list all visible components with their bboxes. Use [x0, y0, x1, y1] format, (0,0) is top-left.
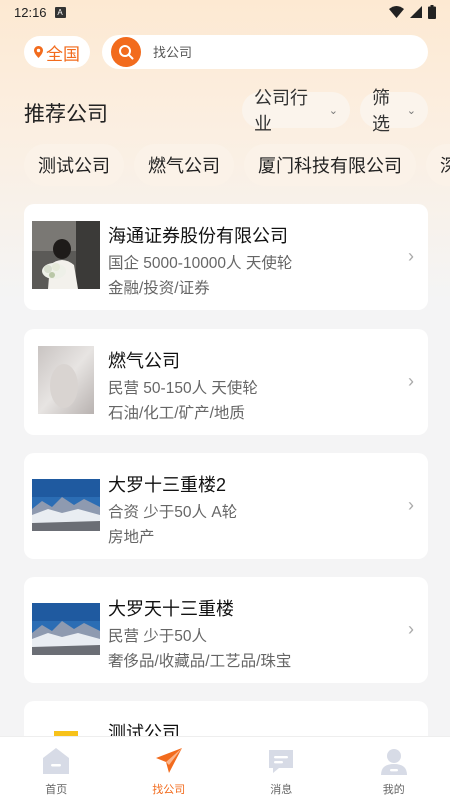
- company-name: 大罗十三重楼2: [108, 475, 227, 495]
- company-card[interactable]: 大罗天十三重楼 民营 少于50人 奢侈品/收藏品/工艺品/珠宝 ›: [24, 577, 428, 683]
- nav-profile[interactable]: 我的: [338, 737, 450, 800]
- chevron-right-icon: ›: [408, 246, 414, 266]
- location-selector[interactable]: 全国: [24, 36, 90, 68]
- bottom-nav: 首页 找公司 消息 我的: [0, 736, 450, 800]
- chevron-right-icon: ›: [408, 495, 414, 515]
- nav-home[interactable]: 首页: [0, 737, 113, 800]
- search-button[interactable]: [111, 37, 141, 67]
- company-industry: 金融/投资/证券: [108, 280, 210, 297]
- search-bar[interactable]: [102, 35, 428, 69]
- message-icon: [269, 750, 294, 773]
- nav-label: 找公司: [152, 784, 186, 796]
- company-meta: 合资 少于50人 A轮: [108, 504, 238, 521]
- chevron-right-icon: ›: [408, 619, 414, 639]
- notification-icon: A: [54, 6, 66, 18]
- industry-filter-label: 公司行业: [254, 88, 308, 134]
- tag-chip[interactable]: 厦门科技有限公司: [244, 144, 416, 186]
- profile-icon: [380, 749, 407, 775]
- location-pin-icon: [34, 46, 43, 58]
- page-title: 推荐公司: [24, 103, 108, 126]
- status-indicators: [389, 5, 436, 19]
- status-bar: 12:16 A: [0, 0, 450, 24]
- send-icon: [155, 748, 182, 773]
- company-meta: 国企 5000-10000人 天使轮: [108, 255, 293, 272]
- chevron-right-icon: ›: [408, 371, 414, 391]
- company-logo: [32, 603, 100, 655]
- company-name: 海通证券股份有限公司: [108, 226, 288, 246]
- tag-chip[interactable]: 深: [426, 144, 450, 186]
- location-label: 全国: [46, 44, 80, 64]
- company-name: 大罗天十三重楼: [108, 599, 234, 619]
- signal-icon: [410, 6, 422, 18]
- industry-filter-button[interactable]: 公司行业 ⌄: [242, 88, 350, 134]
- status-time: 12:16: [14, 4, 47, 20]
- wifi-icon: [389, 6, 404, 18]
- tag-chip[interactable]: 测试公司: [24, 144, 124, 186]
- company-name: 燃气公司: [108, 351, 180, 371]
- chevron-down-icon: ⌄: [328, 104, 338, 117]
- search-icon: [119, 45, 134, 60]
- nav-messages[interactable]: 消息: [225, 737, 338, 800]
- company-logo: [32, 479, 100, 531]
- search-input[interactable]: [153, 44, 403, 60]
- chevron-down-icon: ⌄: [406, 104, 416, 117]
- home-icon: [43, 748, 70, 774]
- company-card[interactable]: 大罗十三重楼2 合资 少于50人 A轮 房地产 ›: [24, 453, 428, 559]
- company-industry: 奢侈品/收藏品/工艺品/珠宝: [108, 653, 292, 670]
- company-card[interactable]: 燃气公司 民营 50-150人 天使轮 石油/化工/矿产/地质 ›: [24, 329, 428, 435]
- company-industry: 石油/化工/矿产/地质: [108, 405, 245, 422]
- company-card[interactable]: 海通证券股份有限公司 国企 5000-10000人 天使轮 金融/投资/证券 ›: [24, 204, 428, 310]
- company-meta: 民营 50-150人 天使轮: [108, 380, 258, 397]
- nav-find-company[interactable]: 找公司: [113, 737, 226, 800]
- company-meta: 民营 少于50人: [108, 628, 208, 645]
- tag-chip[interactable]: 燃气公司: [134, 144, 234, 186]
- filter-label: 筛选: [372, 88, 390, 134]
- battery-icon: [428, 5, 436, 19]
- nav-label: 消息: [270, 784, 293, 796]
- company-industry: 房地产: [108, 529, 155, 546]
- nav-label: 我的: [382, 784, 405, 796]
- company-logo: [32, 221, 100, 289]
- company-logo: [38, 346, 94, 414]
- filter-button[interactable]: 筛选 ⌄: [360, 88, 428, 134]
- nav-label: 首页: [45, 784, 68, 796]
- company-tag-list: 测试公司 燃气公司 厦门科技有限公司 深: [24, 144, 450, 186]
